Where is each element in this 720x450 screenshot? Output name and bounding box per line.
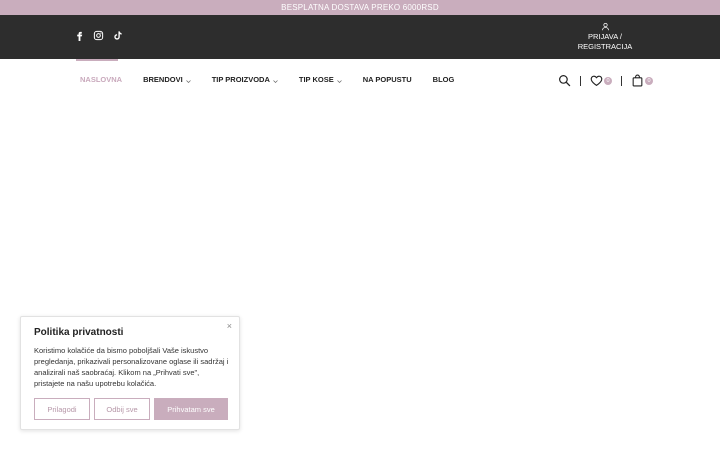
shopping-bag-icon[interactable] bbox=[631, 74, 644, 87]
chevron-down-icon bbox=[185, 77, 191, 83]
promo-bar: BESPLATNA DOSTAVA PREKO 6000RSD bbox=[0, 0, 720, 15]
instagram-icon[interactable] bbox=[93, 30, 104, 41]
tiktok-icon[interactable] bbox=[112, 30, 123, 41]
cookie-buttons: Prilagodi Odbij sve Prihvatam sve bbox=[34, 398, 228, 420]
cart-count-badge: 0 bbox=[645, 76, 653, 85]
reject-all-button[interactable]: Odbij sve bbox=[94, 398, 150, 420]
nav-item-label: NA POPUSTU bbox=[362, 75, 412, 84]
nav-item-tip-kose[interactable]: TIP KOSE bbox=[299, 75, 342, 84]
account-link[interactable]: PRIJAVA / REGISTRACIJA bbox=[570, 22, 640, 52]
nav-item-label: TIP PROIZVODA bbox=[211, 75, 270, 84]
top-bar: PRIJAVA / REGISTRACIJA bbox=[0, 15, 720, 59]
nav-item-label: NASLOVNA bbox=[80, 75, 123, 84]
chevron-down-icon bbox=[273, 77, 278, 83]
social-links bbox=[74, 30, 123, 41]
customize-button[interactable]: Prilagodi bbox=[34, 398, 90, 420]
main-nav: NASLOVNA BRENDOVI TIP PROIZVODA TIP KOSE… bbox=[80, 75, 475, 84]
header-icons: 0 0 bbox=[558, 74, 653, 87]
cookie-text: Koristimo kolačiće da bismo poboljšali V… bbox=[34, 346, 229, 388]
nav-item-label: BRENDOVI bbox=[143, 75, 183, 84]
active-nav-indicator bbox=[76, 59, 118, 61]
user-icon bbox=[601, 22, 610, 31]
nav-item-naslovna[interactable]: NASLOVNA bbox=[80, 75, 122, 84]
account-line2: REGISTRACIJA bbox=[577, 42, 633, 51]
search-icon[interactable] bbox=[558, 74, 571, 87]
heart-icon[interactable] bbox=[590, 74, 603, 87]
facebook-icon[interactable] bbox=[74, 30, 85, 41]
accept-all-button[interactable]: Prihvatam sve bbox=[154, 398, 228, 420]
nav-item-label: TIP KOSE bbox=[298, 75, 334, 84]
nav-item-na-popustu[interactable]: NA POPUSTU bbox=[363, 75, 412, 84]
nav-item-tip-proizvoda[interactable]: TIP PROIZVODA bbox=[212, 75, 278, 84]
divider bbox=[580, 75, 581, 86]
nav-item-brendovi[interactable]: BRENDOVI bbox=[143, 75, 191, 84]
wishlist-count-badge: 0 bbox=[604, 76, 612, 85]
nav-item-blog[interactable]: BLOG bbox=[433, 75, 455, 84]
divider bbox=[621, 75, 622, 86]
nav-item-label: BLOG bbox=[432, 75, 455, 84]
cookie-consent-dialog: × Politika privatnosti Koristimo kolačić… bbox=[20, 316, 240, 430]
promo-text: BESPLATNA DOSTAVA PREKO 6000RSD bbox=[281, 3, 439, 12]
close-icon[interactable]: × bbox=[227, 321, 232, 331]
chevron-down-icon bbox=[337, 77, 342, 83]
account-line1: PRIJAVA / bbox=[588, 32, 622, 41]
cookie-title: Politika privatnosti bbox=[34, 327, 124, 338]
